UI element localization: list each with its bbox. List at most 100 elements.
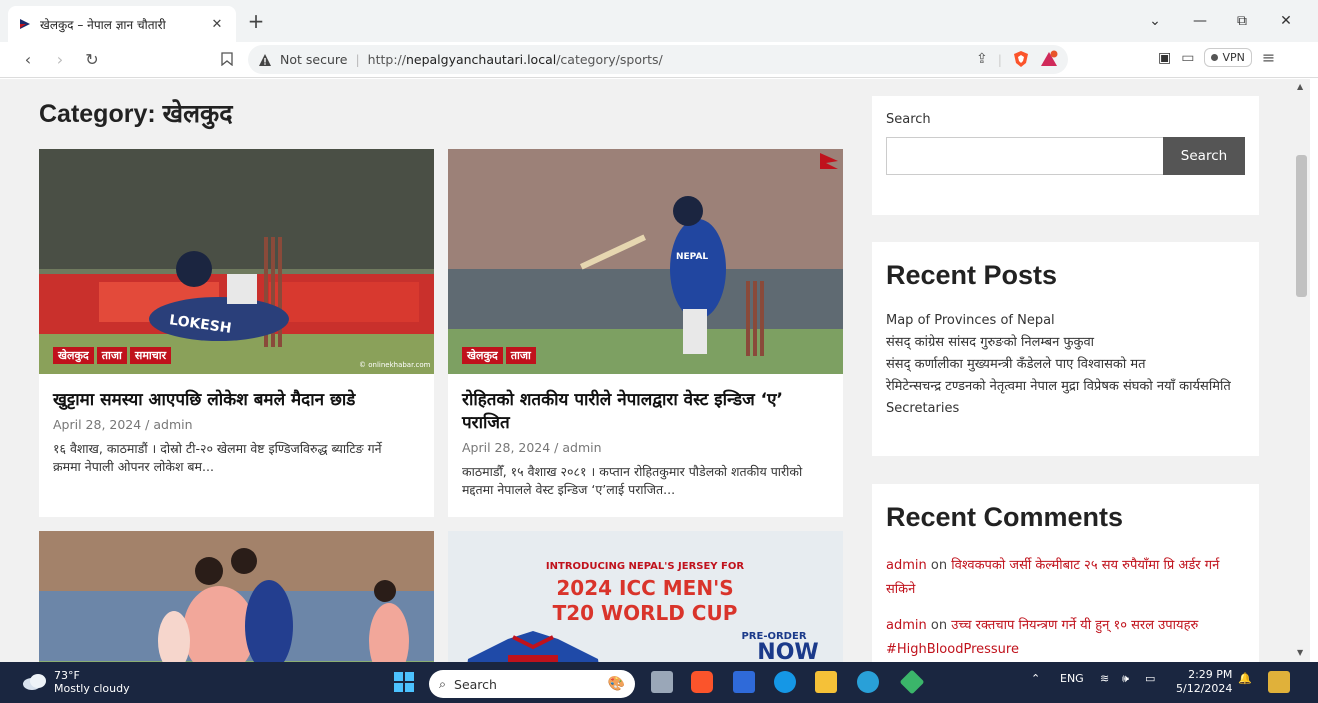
recent-comments-list: admin on विश्वकपको जर्सी केल्मीबाट २५ सय…	[886, 554, 1239, 662]
recent-comment: admin on विश्वकपको जर्सी केल्मीबाट २५ सय…	[886, 554, 1239, 602]
tray-chevron-icon[interactable]: ⌃	[1031, 672, 1040, 685]
minimize-icon[interactable]: —	[1187, 10, 1213, 32]
post-card[interactable]	[39, 531, 434, 662]
post-meta: April 28, 2024 / admin	[53, 417, 193, 432]
active-tab[interactable]: खेलकुद – नेपाल ज्ञान चौतारी ✕	[8, 6, 236, 42]
page-viewport: Category: खेलकुद LOKESH © onlinekhabar.c…	[0, 79, 1294, 662]
recent-comments-title: Recent Comments	[886, 502, 1124, 532]
wifi-icon[interactable]: ≋	[1100, 672, 1109, 685]
post-thumbnail[interactable]: INTRODUCING NEPAL'S JERSEY FOR 2024 ICC …	[448, 531, 843, 662]
category-tag[interactable]: ताजा	[96, 347, 127, 364]
menu-icon[interactable]: ≡	[1262, 48, 1275, 67]
post-card[interactable]: INTRODUCING NEPAL'S JERSEY FOR 2024 ICC …	[448, 531, 843, 662]
edge-icon[interactable]	[857, 671, 879, 693]
file-explorer-icon[interactable]	[815, 671, 837, 693]
url-right-separator: |	[997, 51, 1002, 67]
category-tag[interactable]: खेलकुद	[462, 347, 503, 364]
search-highlight-icon: 🎨	[607, 676, 625, 692]
clock-time: 2:29 PM	[1188, 668, 1233, 681]
bookmark-icon[interactable]	[216, 48, 238, 70]
recent-posts-title: Recent Posts	[886, 260, 1058, 290]
recent-post-link[interactable]: संसद् कर्णालीका मुख्यमन्त्री कँडेलले पाए…	[886, 356, 1239, 374]
task-view-icon[interactable]	[651, 671, 673, 693]
app-icon[interactable]	[899, 669, 925, 695]
weather-widget[interactable]: 73°F Mostly cloudy	[22, 669, 130, 695]
sidebar-toggle-icon[interactable]: ▣	[1158, 50, 1171, 66]
store-icon[interactable]	[733, 671, 755, 693]
post-categories: खेलकुद ताजा	[462, 347, 536, 364]
recent-post-link[interactable]: संसद् कांग्रेस सांसद गुरुङको निलम्बन फुक…	[886, 334, 1239, 352]
jersey-caption: NEPAL	[676, 252, 708, 262]
page-title: Category: खेलकुद	[39, 100, 233, 128]
weather-temp: 73°F	[54, 669, 80, 682]
address-toolbar: ‹ › ↻ Not secure | http://nepalgyanchaut…	[0, 42, 1318, 78]
post-title[interactable]: रोहितको शतकीय पारीले नेपालद्वारा वेस्ट इ…	[462, 389, 829, 435]
scrollbar-thumb[interactable]	[1296, 155, 1307, 297]
category-tag[interactable]: खेलकुद	[53, 347, 94, 364]
restore-icon[interactable]: ⧉	[1229, 10, 1255, 32]
recent-posts-list: Map of Provinces of Nepal संसद् कांग्रेस…	[886, 312, 1239, 422]
taskbar-search-placeholder: Search	[454, 676, 497, 692]
reload-icon[interactable]: ↻	[81, 48, 103, 70]
post-thumbnail[interactable]: NEPAL	[448, 149, 843, 374]
post-card[interactable]: NEPAL खेलकुद ताजा रोहितको शतकीय पारीले न…	[448, 149, 843, 517]
clock[interactable]: 2:29 PM 5/12/2024	[1176, 668, 1232, 696]
post-categories: खेलकुद ताजा समाचार	[53, 347, 172, 364]
tab-title: खेलकुद – नेपाल ज्ञान चौतारी	[40, 17, 166, 32]
vpn-status-icon	[1211, 54, 1219, 61]
tab-search-chevron-icon[interactable]: ⌄	[1142, 10, 1168, 32]
back-icon[interactable]: ‹	[17, 48, 39, 70]
close-window-icon[interactable]: ✕	[1273, 10, 1299, 32]
forward-icon[interactable]: ›	[49, 48, 71, 70]
notification-icon[interactable]: 🔔	[1238, 672, 1252, 685]
language-indicator[interactable]: ENG	[1060, 672, 1084, 685]
battery-icon[interactable]: ▭	[1145, 672, 1155, 685]
brave-browser-icon[interactable]	[691, 671, 713, 693]
toolbar-right: ▣ ▭ VPN ≡	[1158, 48, 1275, 67]
cortana-icon[interactable]	[774, 671, 796, 693]
search-label: Search	[886, 112, 931, 127]
weather-condition: Mostly cloudy	[54, 682, 130, 695]
recent-posts-widget: Recent Posts Map of Provinces of Nepal स…	[872, 242, 1259, 456]
category-tag[interactable]: समाचार	[129, 347, 172, 364]
new-tab-icon[interactable]: +	[246, 10, 266, 32]
wallet-icon[interactable]: ▭	[1181, 50, 1194, 66]
vpn-button[interactable]: VPN	[1204, 48, 1252, 67]
post-card[interactable]: LOKESH © onlinekhabar.com खेलकुद ताजा सम…	[39, 149, 434, 517]
post-title[interactable]: खुट्टामा समस्या आएपछि लोकेश बमले मैदान छ…	[53, 389, 420, 412]
url-separator: |	[355, 52, 360, 67]
recent-comment: admin on उच्च रक्तचाप नियन्त्रण गर्ने यी…	[886, 614, 1239, 662]
category-tag[interactable]: ताजा	[505, 347, 536, 364]
scroll-down-icon[interactable]: ▼	[1297, 648, 1303, 657]
banner-line-1: INTRODUCING NEPAL'S JERSEY FOR	[546, 561, 744, 572]
url-text: http://nepalgyanchautari.local/category/…	[367, 52, 663, 67]
brave-rewards-icon[interactable]	[1040, 50, 1058, 68]
copilot-icon[interactable]	[1268, 671, 1290, 693]
scroll-up-icon[interactable]: ▲	[1297, 82, 1303, 91]
taskbar-search[interactable]: ⌕ Search 🎨	[429, 670, 635, 698]
brave-shield-icon[interactable]	[1012, 50, 1030, 68]
comment-author[interactable]: admin	[886, 618, 927, 633]
recent-post-link[interactable]: रेमिटेन्सचन्द्र टण्डनको नेतृत्वमा नेपाल …	[886, 378, 1239, 396]
comment-on: on	[930, 618, 948, 633]
recent-post-link[interactable]: Map of Provinces of Nepal	[886, 312, 1239, 330]
post-meta: April 28, 2024 / admin	[462, 440, 602, 455]
post-excerpt: काठमाडौँ, १५ वैशाख २०८१ । कप्तान रोहितकु…	[462, 464, 803, 497]
post-excerpt: १६ वैशाख, काठमाडौं । दोस्रो टी-२० खेलमा …	[53, 441, 382, 474]
banner-now: NOW	[757, 640, 818, 662]
post-thumbnail[interactable]: LOKESH © onlinekhabar.com	[39, 149, 434, 374]
share-icon[interactable]: ⇪	[976, 51, 988, 67]
comment-author[interactable]: admin	[886, 558, 927, 573]
post-thumbnail[interactable]	[39, 531, 434, 662]
banner-line-2: 2024 ICC MEN'S	[556, 576, 733, 600]
url-bar[interactable]: Not secure | http://nepalgyanchautari.lo…	[248, 45, 1068, 74]
recent-post-link[interactable]: Secretaries	[886, 400, 1239, 418]
url-right-icons: ⇪ |	[976, 50, 1058, 68]
search-widget: Search Search	[872, 96, 1259, 215]
tab-close-icon[interactable]: ✕	[208, 17, 226, 32]
windows-start-icon[interactable]	[393, 671, 415, 693]
volume-icon[interactable]: 🕪	[1122, 672, 1129, 686]
search-input[interactable]	[886, 137, 1164, 175]
warning-icon	[259, 53, 271, 66]
search-button[interactable]: Search	[1163, 137, 1245, 175]
